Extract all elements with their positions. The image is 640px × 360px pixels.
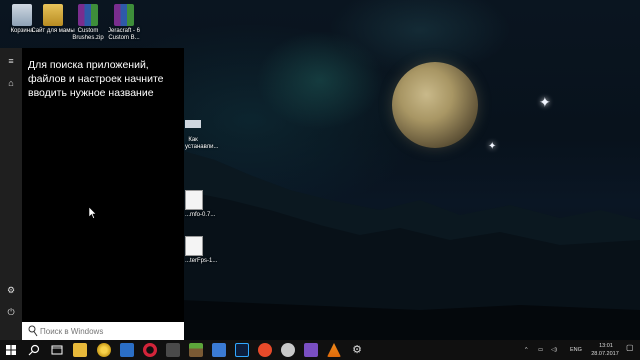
network-icon[interactable]: ▭ — [538, 347, 543, 353]
photoshop-icon[interactable] — [235, 343, 249, 357]
planet — [392, 62, 478, 148]
task-view-button[interactable] — [50, 343, 64, 357]
shortcut-icon — [185, 120, 201, 128]
visual-studio-icon[interactable] — [304, 343, 318, 357]
desktop-icon-label: ...mfo-0.7... — [185, 212, 216, 218]
gear-icon[interactable]: ⚙ — [5, 284, 17, 296]
tray-chevron-icon[interactable]: ^ — [525, 347, 528, 353]
minecraft-icon[interactable] — [189, 343, 203, 357]
settings-icon[interactable]: ⚙ — [350, 343, 364, 357]
mouse-cursor-icon — [89, 207, 97, 219]
vlc-icon[interactable] — [327, 343, 341, 357]
task-view-icon — [51, 345, 63, 355]
desktop-icon-label: ...terFps-1... — [185, 258, 218, 264]
opera-icon[interactable] — [143, 343, 157, 357]
volume-icon[interactable]: ◁) — [551, 347, 557, 353]
notification-center-icon[interactable]: ▢ — [626, 344, 634, 352]
desktop-icon-partial[interactable]: ...terFps-1... — [185, 236, 217, 265]
winrar-archive-icon — [114, 4, 134, 26]
winrar-archive-icon — [78, 4, 98, 26]
hamburger-icon[interactable]: ≡ — [5, 55, 17, 67]
desktop-icon-partial[interactable]: ...mfo-0.7... — [185, 190, 215, 219]
calculator-icon[interactable] — [166, 343, 180, 357]
photos-icon[interactable] — [212, 343, 226, 357]
windows-logo-icon — [6, 345, 16, 355]
taskbar: ⚙ ^ ▭ ◁) ENG 13:01 28.07.2017 ▢ — [0, 340, 640, 360]
java-icon[interactable] — [258, 343, 272, 357]
file-explorer-icon[interactable] — [73, 343, 87, 357]
folder-icon — [43, 4, 63, 26]
start-menu-rail: ≡ ⌂ ⚙ ⏻ — [0, 48, 22, 340]
desktop-icon-label: Как устанавли... — [185, 137, 219, 150]
language-indicator[interactable]: ENG — [570, 347, 582, 353]
search-icon — [28, 325, 38, 337]
desktop-icon-partial[interactable]: Как устанавли... — [185, 106, 219, 151]
home-icon[interactable]: ⌂ — [5, 77, 17, 89]
search-input[interactable] — [40, 324, 180, 338]
media-icon[interactable] — [281, 343, 295, 357]
taskbar-search-button[interactable] — [27, 343, 41, 357]
recycle-bin-icon — [12, 4, 32, 26]
store-icon[interactable] — [120, 343, 134, 357]
search-icon — [28, 344, 40, 356]
star: ✦ — [488, 141, 497, 152]
search-box[interactable] — [22, 322, 184, 340]
star: ✦ — [539, 94, 551, 110]
desktop-icon-label: Jeracraft - 6 Custom B... — [107, 28, 140, 41]
desktop-icon-jeracraft[interactable]: Jeracraft - 6 Custom B... — [102, 4, 146, 42]
clock-date[interactable]: 28.07.2017 — [589, 351, 621, 357]
java-file-icon — [185, 190, 203, 210]
power-icon[interactable]: ⏻ — [5, 306, 17, 318]
clock-time[interactable]: 13:01 — [593, 343, 619, 349]
search-hint-text: Для поиска приложений, файлов и настроек… — [28, 59, 164, 99]
java-file-icon — [185, 236, 203, 256]
chrome-canary-icon[interactable] — [97, 343, 111, 357]
start-button[interactable] — [4, 343, 18, 357]
